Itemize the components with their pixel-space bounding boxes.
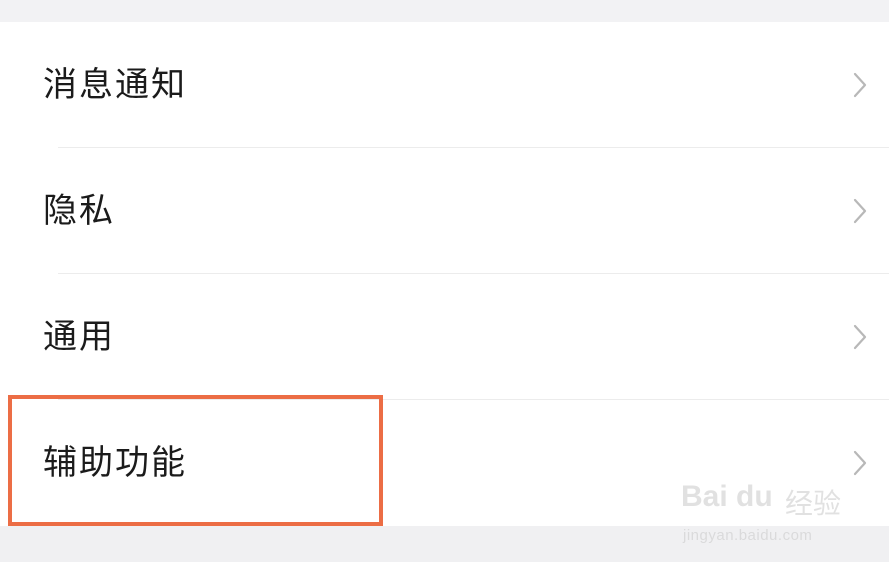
settings-item-label: 辅助功能 bbox=[43, 443, 187, 483]
settings-item-label: 消息通知 bbox=[43, 65, 187, 105]
settings-item-label: 通用 bbox=[43, 317, 115, 357]
settings-item-label: 隐私 bbox=[43, 191, 115, 231]
watermark-url: jingyan.baidu.com bbox=[683, 527, 813, 544]
settings-item-notifications[interactable]: 消息通知 bbox=[0, 22, 889, 148]
watermark: Bai du 经验 jingyan.baidu.com bbox=[681, 472, 841, 544]
chevron-right-icon bbox=[853, 72, 867, 98]
watermark-brand: 经验 bbox=[784, 487, 841, 520]
chevron-right-icon bbox=[853, 198, 867, 224]
top-separator bbox=[0, 0, 889, 22]
chevron-right-icon bbox=[853, 324, 867, 350]
settings-page: 消息通知 隐私 通用 辅助功能 Bai du 经验 jingyan.baidu.… bbox=[0, 0, 889, 562]
settings-item-privacy[interactable]: 隐私 bbox=[0, 148, 889, 274]
chevron-right-icon bbox=[853, 450, 867, 476]
watermark-logo: Bai du bbox=[681, 480, 773, 513]
settings-item-general[interactable]: 通用 bbox=[0, 274, 889, 400]
settings-list: 消息通知 隐私 通用 辅助功能 bbox=[0, 22, 889, 526]
